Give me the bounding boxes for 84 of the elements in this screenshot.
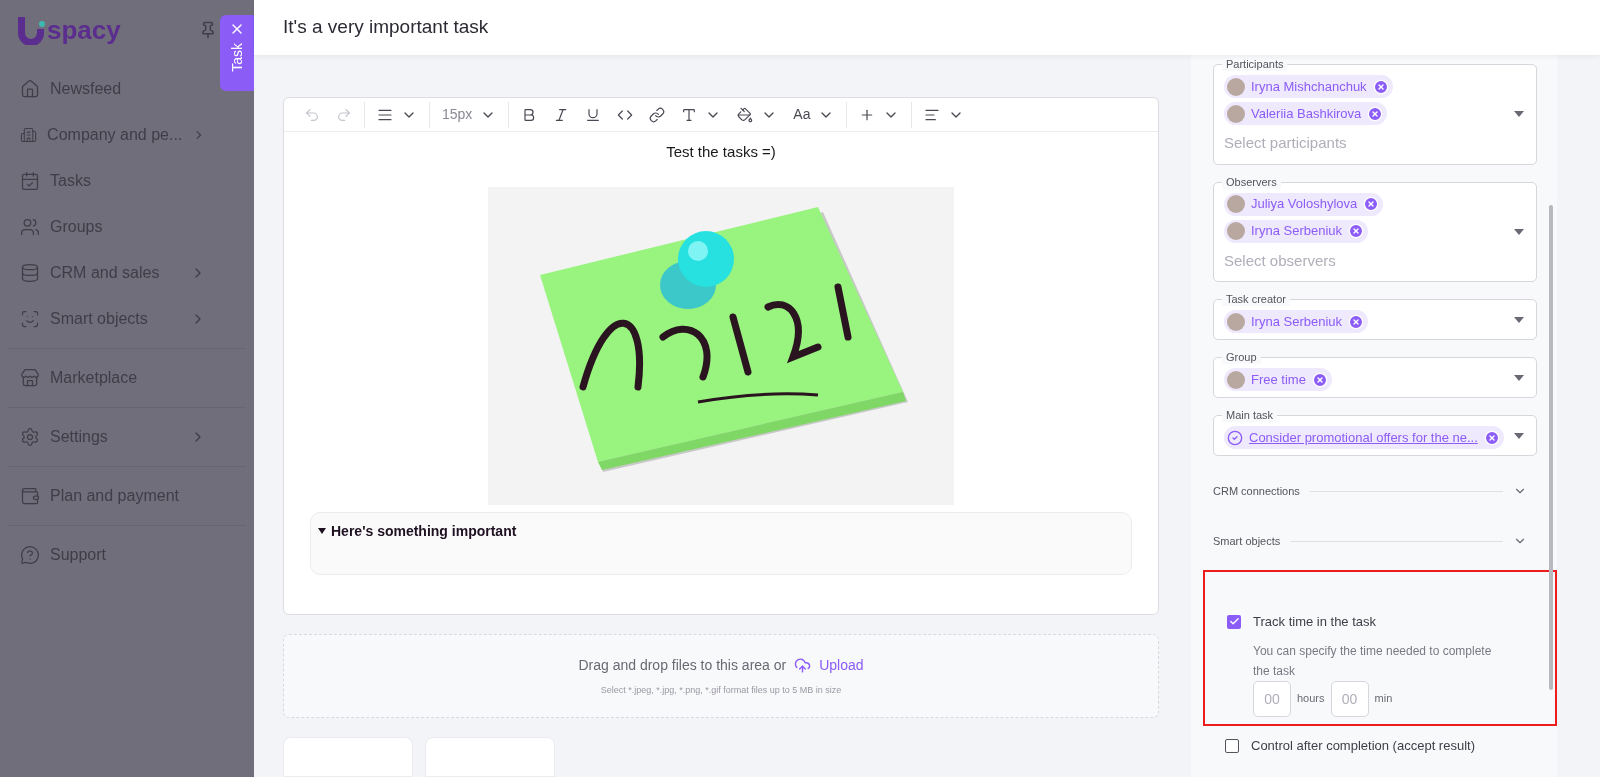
remove-icon[interactable] — [1348, 313, 1365, 330]
upload-area[interactable]: Drag and drop files to this area or Upload Select *.jpeg, *.jpg, *.png, *.gif format files up to 5 MB in size — [283, 633, 1159, 718]
avatar — [1227, 77, 1245, 96]
calendar-icon — [20, 171, 40, 191]
logo-text: spacy — [47, 17, 121, 43]
section-title: CRM connections — [1213, 483, 1300, 499]
avatar — [1227, 195, 1245, 213]
dropdown-arrow-icon — [1514, 111, 1524, 118]
scan-icon — [20, 309, 40, 329]
checkbox[interactable] — [1227, 614, 1241, 629]
editor-heading: Test the tasks =) — [666, 142, 776, 162]
chip-text: Iryna Mishchanchuk — [1251, 77, 1367, 96]
collapsible-section[interactable]: CRM connections — [1213, 466, 1535, 516]
checkbox-label: Control after completion (accept result) — [1251, 737, 1475, 755]
dropdown-arrow-icon — [1514, 432, 1524, 439]
chip-text: Juliya Voloshylova — [1251, 195, 1358, 214]
section-title: Smart objects — [1213, 533, 1281, 549]
field-placeholder: Select observers — [1224, 250, 1337, 271]
chip-text: Free time — [1251, 370, 1306, 389]
minutes-unit: min — [1374, 691, 1393, 707]
house-icon — [20, 79, 40, 99]
remove-icon[interactable] — [1372, 78, 1389, 95]
field-placeholder: Select participants — [1224, 133, 1348, 153]
upload-text: Drag and drop files to this area or — [578, 655, 787, 675]
cloud-upload-icon — [794, 656, 812, 674]
upload-link[interactable]: Upload — [794, 654, 864, 676]
avatar — [1227, 222, 1245, 240]
dropdown-arrow-icon — [1514, 374, 1524, 381]
paint-bucket-icon — [737, 106, 754, 123]
collapsible-section[interactable]: Smart objects — [1213, 516, 1535, 566]
database-icon — [20, 263, 40, 283]
underline-icon — [585, 106, 602, 123]
wallet-icon — [20, 486, 40, 506]
triangle-icon — [318, 527, 326, 535]
logo-icon — [15, 15, 47, 45]
checkbox[interactable] — [1225, 738, 1239, 753]
letter-icon — [681, 106, 698, 123]
dropdown-arrow-icon — [1514, 228, 1524, 235]
toolbar-button[interactable]: 15px — [436, 101, 503, 128]
field-label: Task creator — [1222, 292, 1290, 306]
chip-text: Iryna Serbeniuk — [1251, 312, 1343, 331]
check-circle-icon — [1227, 429, 1243, 446]
remove-icon[interactable] — [1348, 223, 1365, 239]
chip-text: Consider promotional offers for the ne... — [1249, 428, 1478, 447]
settings-icon — [20, 427, 40, 447]
chip[interactable]: Free time — [1224, 368, 1332, 391]
time-description: You can specify the time needed to complete the task — [1253, 642, 1493, 680]
toolbar-button[interactable]: Aa — [787, 101, 841, 128]
details-summary[interactable]: Here's something important — [318, 520, 517, 542]
chip[interactable]: Valeriia Bashkirova — [1224, 102, 1388, 125]
checkbox-label: Track time in the task — [1253, 613, 1377, 631]
building-icon — [20, 125, 38, 145]
store-icon — [20, 368, 40, 388]
remove-icon[interactable] — [1363, 196, 1380, 212]
hours-input[interactable]: 00 — [1253, 680, 1291, 717]
help-icon — [20, 545, 40, 565]
task-tab[interactable]: Task — [220, 15, 254, 91]
remove-icon[interactable] — [1311, 371, 1328, 388]
redo-icon — [336, 106, 352, 123]
undo-icon — [304, 106, 320, 123]
upload-hint: Select *.jpeg, *.jpg, *.png, *.gif format files up to 5 MB in size — [600, 683, 842, 697]
avatar — [1227, 370, 1245, 389]
remove-icon[interactable] — [1367, 105, 1384, 122]
dropdown-arrow-icon — [1514, 316, 1524, 323]
field-label: Participants — [1222, 57, 1288, 71]
hours-unit: hours — [1297, 691, 1325, 707]
people-icon — [20, 217, 40, 237]
field-label: Main task — [1222, 408, 1278, 422]
chip-text: Valeriia Bashkirova — [1251, 104, 1362, 123]
remove-icon[interactable] — [1483, 429, 1500, 446]
chip-text: Iryna Serbeniuk — [1251, 222, 1343, 241]
pin-icon[interactable] — [199, 21, 217, 39]
chip[interactable]: Consider promotional offers for the ne... — [1224, 426, 1504, 449]
chip[interactable]: Iryna Mishchanchuk — [1224, 75, 1393, 98]
link-icon — [649, 106, 666, 123]
chip[interactable]: Iryna Serbeniuk — [1224, 310, 1369, 333]
field-label: Group — [1222, 350, 1261, 364]
chip[interactable]: Iryna Serbeniuk — [1224, 219, 1369, 243]
avatar — [1227, 312, 1245, 331]
avatar — [1227, 104, 1245, 123]
chip[interactable]: Juliya Voloshylova — [1224, 192, 1384, 216]
minutes-input[interactable]: 00 — [1330, 680, 1369, 717]
editor[interactable]: 15px Aa Test the tasks =) Here's something important — [283, 97, 1159, 615]
task-title: It's a very important task — [283, 15, 489, 40]
